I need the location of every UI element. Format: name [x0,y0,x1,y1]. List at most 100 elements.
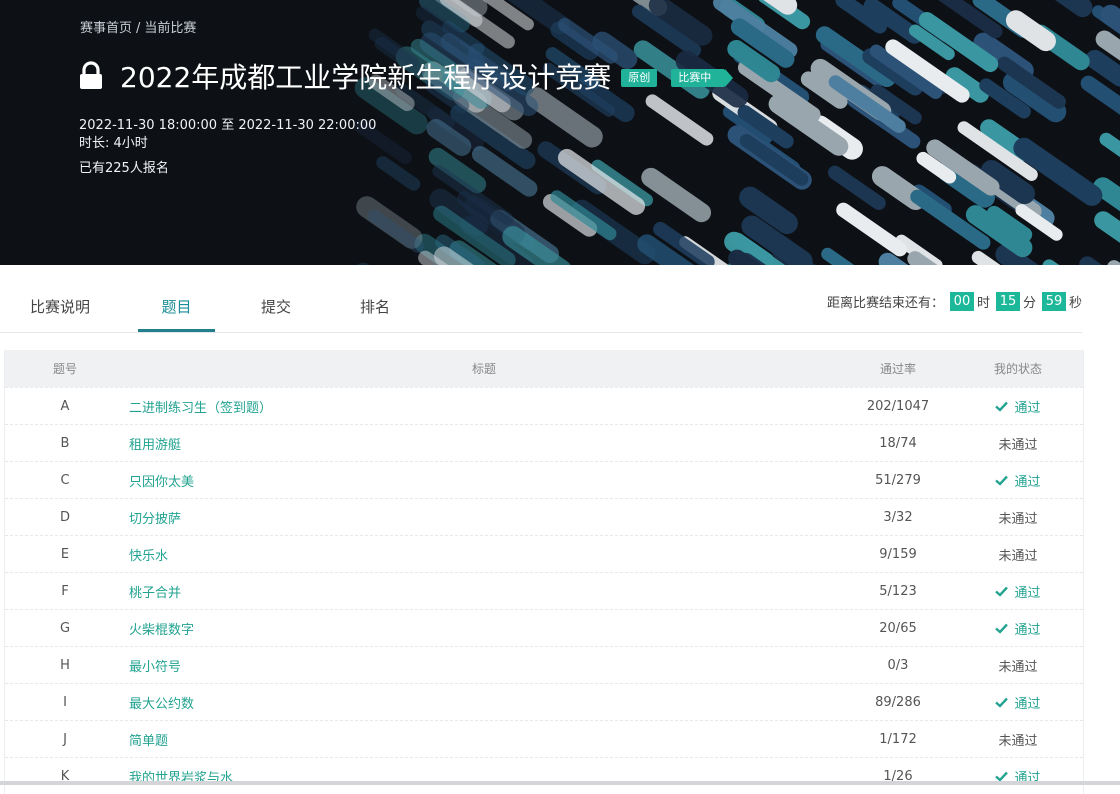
status-text: 未通过 [998,733,1038,749]
status-text: 未通过 [998,437,1038,453]
pass-rate: 202/1047 [866,398,930,414]
problem-title-link[interactable]: 二进制练习生（签到题） [125,397,843,416]
table-row[interactable]: G 火柴棍数字 20/65 通过 [5,609,1083,646]
contest-time-range: 2022-11-30 18:00:00 至 2022-11-30 22:00:0… [79,118,377,133]
countdown-hours: 00 [949,292,974,311]
problem-title-link[interactable]: 快乐水 [125,545,843,564]
check-icon [995,475,1009,486]
window-bottom-edge [0,781,1120,785]
banner-stripe [645,94,714,146]
banner-stripe [1099,132,1120,158]
pass-rate: 0/3 [887,657,909,673]
problem-id: G [59,620,71,636]
banner-stripe [836,202,908,257]
pass-rate: 51/279 [875,472,921,488]
contest-title: 2022年成都工业学院新生程序设计竞赛 [120,61,612,94]
pass-rate: 18/74 [879,435,917,451]
problem-id: H [60,657,70,673]
problem-id: J [63,731,67,747]
pass-rate: 1/172 [879,731,917,747]
problem-title-link[interactable]: 火柴棍数字 [125,619,843,638]
banner-stripe [525,87,603,148]
header-rate: 通过率 [879,362,916,376]
banner-stripe [1085,49,1120,87]
my-status: 通过 [953,619,1083,638]
check-icon [995,586,1009,597]
table-row[interactable]: F 桃子合并 5/123 通过 [5,572,1083,609]
problem-table: 题号 标题 通过率 我的状态 A 二进制练习生（签到题） 202/1047 通过 B 租用… [4,350,1084,794]
status-pass: 通过 [995,619,1041,638]
check-icon [995,771,1009,782]
table-row[interactable]: B 租用游艇 18/74 未通过 [5,424,1083,461]
header-id: 题号 [52,362,77,376]
lock-icon [80,61,102,89]
status-pass: 通过 [995,397,1041,416]
status-pass: 通过 [995,582,1041,601]
banner-stripe [821,247,855,265]
status-text: 通过 [1014,585,1041,601]
pass-rate: 20/65 [879,620,917,636]
banner-stripe [1080,75,1120,115]
pass-rate: 9/159 [879,546,917,562]
countdown-minutes-unit: 分 [1022,296,1036,311]
tab-submissions[interactable]: 提交 [258,296,294,332]
problem-id: F [61,583,69,599]
countdown-seconds: 59 [1041,292,1066,311]
problem-id: I [63,694,67,710]
status-text: 未通过 [998,659,1038,675]
my-status: 未通过 [953,656,1083,675]
my-status: 未通过 [953,730,1083,749]
breadcrumb: 赛事首页 / 当前比赛 [80,17,196,36]
problem-title-link[interactable]: 最大公约数 [125,693,843,712]
status-text: 未通过 [998,548,1038,564]
contest-title-row: 2022年成都工业学院新生程序设计竞赛 原创 比赛中 [78,56,734,96]
header-status: 我的状态 [993,362,1042,376]
my-status: 通过 [953,397,1083,416]
breadcrumb-home[interactable]: 赛事首页 [80,21,132,36]
table-row[interactable]: K 我的世界岩浆与水 1/26 通过 [5,757,1083,794]
countdown: 距离比赛结束还有： 00 时 15 分 59 秒 [827,292,1082,311]
banner-stripe [1054,0,1093,18]
table-header: 题号 标题 通过率 我的状态 [5,350,1083,387]
banner-stripe [1094,211,1120,243]
my-status: 通过 [953,582,1083,601]
banner-stripe [1005,10,1056,52]
status-pass: 通过 [995,471,1041,490]
table-row[interactable]: C 只因你太美 51/279 通过 [5,461,1083,498]
table-row[interactable]: I 最大公约数 89/286 通过 [5,683,1083,720]
table-row[interactable]: D 切分披萨 3/32 未通过 [5,498,1083,535]
pass-rate: 3/32 [883,509,913,525]
contest-duration: 时长: 4小时 [79,136,148,151]
table-row[interactable]: E 快乐水 9/159 未通过 [5,535,1083,572]
problem-id: E [60,546,70,562]
breadcrumb-current[interactable]: 当前比赛 [144,21,196,36]
tab-description[interactable]: 比赛说明 [25,296,95,332]
problem-id: A [60,398,70,414]
status-text: 通过 [1014,622,1041,638]
status-text: 通过 [1014,696,1041,712]
check-icon [995,697,1009,708]
table-row[interactable]: H 最小符号 0/3 未通过 [5,646,1083,683]
problem-id: C [60,472,70,488]
problem-title-link[interactable]: 只因你太美 [125,471,843,490]
status-pass: 通过 [995,693,1041,712]
banner-stripe [376,156,421,191]
table-row[interactable]: J 简单题 1/172 未通过 [5,720,1083,757]
table-row[interactable]: A 二进制练习生（签到题） 202/1047 通过 [5,387,1083,424]
problem-title-link[interactable]: 租用游艇 [125,434,843,453]
banner-stripe [641,167,712,223]
problem-title-link[interactable]: 桃子合并 [125,582,843,601]
breadcrumb-separator: / [136,21,141,36]
countdown-label: 距离比赛结束还有： [826,296,944,311]
problem-title-link[interactable]: 最小符号 [125,656,843,675]
status-text: 未通过 [998,511,1038,527]
problem-title-link[interactable]: 切分披萨 [125,508,843,527]
table-body: A 二进制练习生（签到题） 202/1047 通过 B 租用游艇 18/74 未通过 C 只因你太… [5,387,1083,794]
tab-ranking[interactable]: 排名 [357,296,393,332]
problem-title-link[interactable]: 简单题 [125,730,843,749]
tab-problems[interactable]: 题目 [138,296,215,332]
check-icon [995,623,1009,634]
problem-id: D [59,509,70,525]
pass-rate: 89/286 [875,694,921,710]
countdown-minutes: 15 [995,292,1020,311]
